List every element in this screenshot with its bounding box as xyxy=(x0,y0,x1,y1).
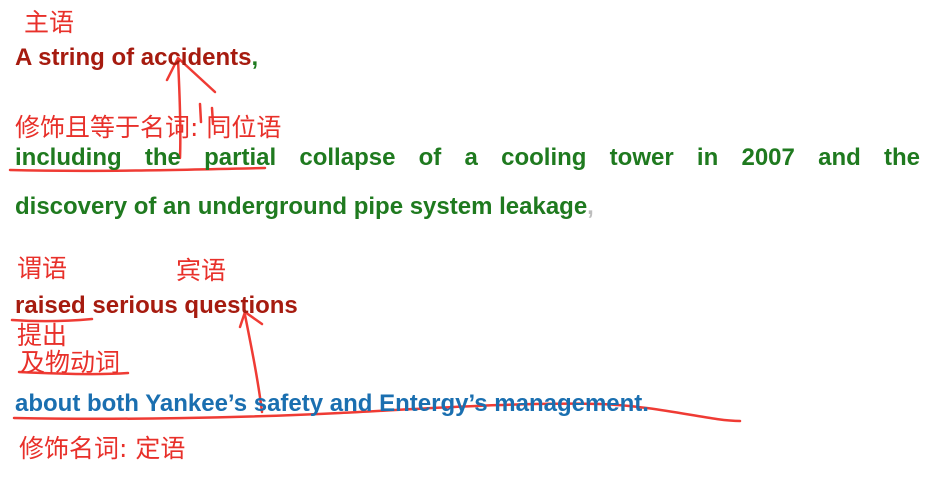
appositive-line-2: discovery of an underground pipe system … xyxy=(15,195,594,219)
modifier-line: about both Yankee’s safety and Entergy’s… xyxy=(15,390,649,417)
verb-type-annotation: 及物动词 xyxy=(20,348,121,377)
subject-text: A string of accidents xyxy=(15,44,252,71)
predicate-object: serious questions xyxy=(92,292,298,319)
appositive-line-1: including the partial collapse of a cool… xyxy=(15,144,920,171)
appositive-comma: , xyxy=(587,193,594,220)
appositive-text-cont: discovery of an underground pipe system … xyxy=(15,193,588,220)
predicate-line: raised serious questions xyxy=(15,294,298,318)
appositive-annotation: 修饰且等于名词: 同位语 xyxy=(15,113,282,142)
object-annotation: 宾语 xyxy=(176,256,227,285)
subject-annotation: 主语 xyxy=(24,8,75,37)
verb-meaning-annotation: 提出 xyxy=(17,321,68,350)
subject-comma: , xyxy=(251,44,259,71)
subject-line: A string of accidents, xyxy=(15,46,258,70)
predicate-verb: raised xyxy=(15,292,86,319)
predicate-annotation: 谓语 xyxy=(17,254,68,283)
modifier-annotation: 修饰名词: 定语 xyxy=(19,434,186,463)
